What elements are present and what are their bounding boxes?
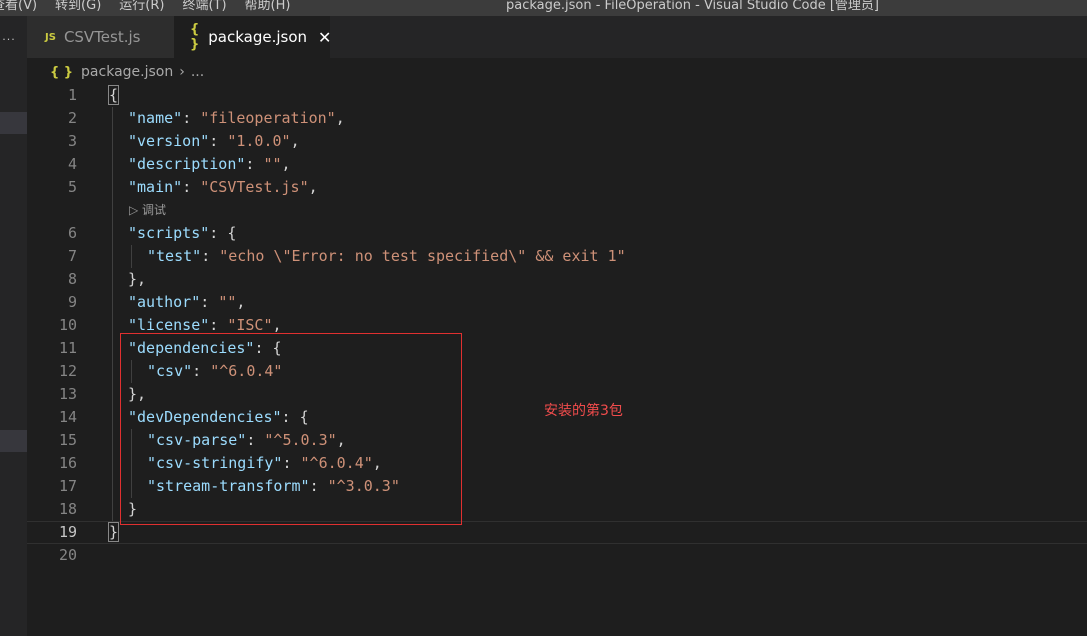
code-line[interactable]: 4 "description": "", xyxy=(27,153,1087,176)
line-number: 17 xyxy=(58,477,77,495)
codelens-label[interactable]: ▷ 调试 xyxy=(129,199,166,222)
line-number: 20 xyxy=(58,546,77,564)
code-text: } xyxy=(107,522,120,542)
tab-label: CSVTest.js xyxy=(63,28,141,46)
indent-guide xyxy=(112,153,113,176)
line-number: 19 xyxy=(58,523,77,541)
code-text: "main": "CSVTest.js", xyxy=(128,178,318,196)
line-number: 4 xyxy=(67,155,77,173)
tab-bar: JS CSVTest.js { } package.json ✕ xyxy=(27,16,1087,58)
indent-guide xyxy=(112,360,113,383)
menu-item-run[interactable]: 运行(R) xyxy=(119,0,164,13)
json-file-icon: { } xyxy=(190,22,200,52)
code-line[interactable]: 20 xyxy=(27,544,1087,567)
indent-guide xyxy=(112,199,113,222)
menu-item-view[interactable]: 查看(V) xyxy=(0,0,37,13)
line-number: 11 xyxy=(58,339,77,357)
line-number: 8 xyxy=(67,270,77,288)
code-text: "author": "", xyxy=(128,293,246,311)
indent-guide xyxy=(131,245,132,268)
activity-item-highlight[interactable] xyxy=(0,430,27,452)
tab-package-json[interactable]: { } package.json ✕ xyxy=(174,16,331,58)
code-text: "version": "1.0.0", xyxy=(128,132,300,150)
highlight-box xyxy=(120,333,462,525)
activity-item-highlight[interactable] xyxy=(0,112,27,134)
breadcrumb-more[interactable]: ... xyxy=(191,64,204,80)
code-text: "name": "fileoperation", xyxy=(128,109,345,127)
indent-guide xyxy=(112,475,113,498)
indent-guide xyxy=(112,429,113,452)
line-number: 9 xyxy=(67,293,77,311)
line-number: 14 xyxy=(58,408,77,426)
indent-guide xyxy=(112,130,113,153)
javascript-file-icon: JS xyxy=(45,31,56,43)
line-number: 5 xyxy=(67,178,77,196)
indent-guide xyxy=(112,245,113,268)
breadcrumb-file[interactable]: package.json xyxy=(81,64,173,80)
line-number: 7 xyxy=(67,247,77,265)
annotation-note: 安装的第3包 xyxy=(544,403,623,419)
code-line[interactable]: 5 "main": "CSVTest.js", xyxy=(27,176,1087,199)
json-file-icon: { } xyxy=(50,64,74,80)
indent-guide xyxy=(112,291,113,314)
indent-guide xyxy=(112,107,113,130)
activity-bar: ... xyxy=(0,16,27,636)
codelens-debug[interactable]: ▷ 调试 xyxy=(27,199,1087,222)
indent-guide xyxy=(112,406,113,429)
line-number: 6 xyxy=(67,224,77,242)
breadcrumb: { } package.json › ... xyxy=(50,61,204,83)
code-line[interactable]: 2 "name": "fileoperation", xyxy=(27,107,1087,130)
code-line[interactable]: 7 "test": "echo \"Error: no test specifie… xyxy=(27,245,1087,268)
line-number: 13 xyxy=(58,385,77,403)
title-bar: 查看(V) 转到(G) 运行(R) 终端(T) 帮助(H) package.js… xyxy=(0,0,1087,16)
indent-guide xyxy=(112,498,113,521)
code-text: "test": "echo \"Error: no test specified… xyxy=(147,247,626,265)
window-title: package.json - FileOperation - Visual St… xyxy=(506,0,879,13)
line-number: 18 xyxy=(58,500,77,518)
code-text: "scripts": { xyxy=(128,224,237,242)
tab-label: package.json xyxy=(208,28,308,46)
code-text: { xyxy=(107,85,120,105)
close-icon[interactable]: ✕ xyxy=(318,28,331,47)
line-number: 3 xyxy=(67,132,77,150)
indent-guide xyxy=(112,337,113,360)
tab-csvtest-js[interactable]: JS CSVTest.js xyxy=(27,16,174,58)
code-line[interactable]: 9 "author": "", xyxy=(27,291,1087,314)
code-line[interactable]: 8}, xyxy=(27,268,1087,291)
code-line[interactable]: 1{ xyxy=(27,84,1087,107)
chevron-right-icon: › xyxy=(179,64,185,80)
code-line[interactable]: 6 "scripts": { xyxy=(27,222,1087,245)
menu-bar: 查看(V) 转到(G) 运行(R) 终端(T) 帮助(H) xyxy=(0,0,290,13)
indent-guide xyxy=(112,314,113,337)
line-number: 10 xyxy=(58,316,77,334)
line-number: 16 xyxy=(58,454,77,472)
menu-item-help[interactable]: 帮助(H) xyxy=(245,0,291,13)
line-number: 1 xyxy=(67,86,77,104)
indent-guide xyxy=(112,268,113,291)
line-number: 2 xyxy=(67,109,77,127)
indent-guide xyxy=(112,452,113,475)
menu-item-terminal[interactable]: 终端(T) xyxy=(182,0,226,13)
indent-guide xyxy=(112,222,113,245)
indent-guide xyxy=(112,383,113,406)
more-icon[interactable]: ... xyxy=(0,30,18,43)
menu-item-goto[interactable]: 转到(G) xyxy=(55,0,101,13)
line-number: 12 xyxy=(58,362,77,380)
indent-guide xyxy=(112,176,113,199)
line-number: 15 xyxy=(58,431,77,449)
code-line[interactable]: 3 "version": "1.0.0", xyxy=(27,130,1087,153)
code-text: }, xyxy=(128,270,147,288)
code-text: "description": "", xyxy=(128,155,291,173)
